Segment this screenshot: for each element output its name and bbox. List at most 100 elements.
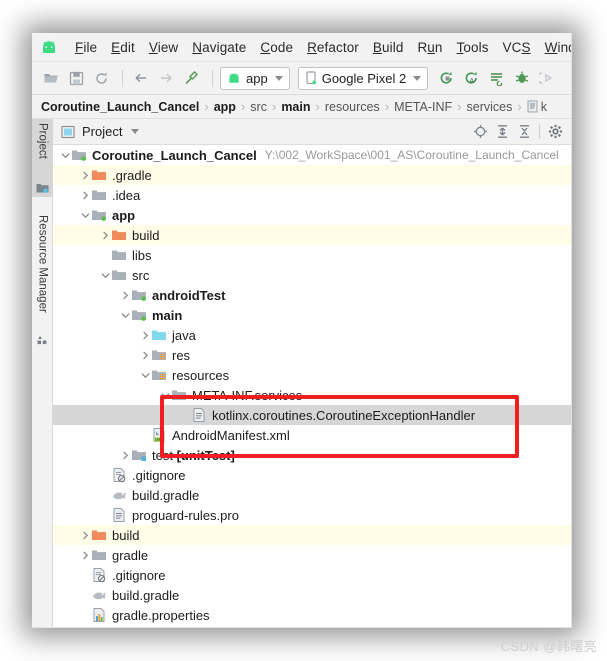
tree-row[interactable]: proguard-rules.pro [53, 505, 571, 525]
tree-row-label: libs [132, 247, 152, 263]
forward-arrow-icon[interactable] [155, 67, 177, 89]
sidebar-item-resource-manager[interactable]: Resource Manager [32, 211, 53, 339]
expand-all-icon[interactable] [491, 121, 513, 143]
chevron-down-icon[interactable] [120, 305, 131, 325]
chevron-down-icon[interactable] [80, 205, 91, 225]
menu-navigate[interactable]: Navigate [185, 38, 253, 57]
menu-view[interactable]: View [142, 38, 185, 57]
tree-row[interactable]: build.gradle [53, 585, 571, 605]
tree-row[interactable]: build [53, 225, 571, 245]
gitignore-file-icon [111, 465, 127, 485]
chevron-right-icon[interactable] [120, 445, 131, 465]
tree-row[interactable]: app [53, 205, 571, 225]
menu-file[interactable]: File [68, 38, 104, 57]
module-selector-combo[interactable]: app [220, 66, 290, 90]
chevron-right-icon[interactable] [100, 225, 111, 245]
attach-debugger-icon[interactable] [536, 67, 558, 89]
tree-row[interactable]: main [53, 305, 571, 325]
breadcrumb-item-4[interactable]: resources [325, 100, 380, 114]
tree-row[interactable]: gradle [53, 545, 571, 565]
chevron-down-icon[interactable] [160, 385, 171, 405]
tree-arrow-placeholder [100, 485, 111, 505]
tree-row-label: res [172, 347, 191, 363]
device-selector-combo[interactable]: Google Pixel 2 [297, 66, 429, 90]
build-hammer-icon[interactable] [180, 67, 202, 89]
chevron-down-icon[interactable] [60, 145, 71, 165]
tree-row[interactable]: .idea [53, 185, 571, 205]
chevron-right-icon[interactable] [140, 345, 151, 365]
tree-row-label: main [152, 307, 183, 323]
menu-build[interactable]: Build [366, 38, 411, 57]
tree-row[interactable]: src [53, 265, 571, 285]
sync-icon[interactable] [90, 67, 112, 89]
tree-row[interactable]: test [unitTest] [53, 445, 571, 465]
breadcrumb-item-2[interactable]: src [250, 100, 267, 114]
tree-row[interactable]: kotlinx.coroutines.CoroutineExceptionHan… [53, 405, 571, 425]
open-folder-icon[interactable] [40, 67, 62, 89]
chevron-right-icon[interactable] [80, 185, 91, 205]
debug-icon[interactable] [511, 67, 533, 89]
tree-row[interactable]: resources [53, 365, 571, 385]
tree-row[interactable]: androidTest [53, 285, 571, 305]
watermark: CSDN @韩曙亮 [500, 639, 597, 654]
tree-row-label: AndroidManifest.xml [172, 427, 290, 443]
tree-row[interactable]: build.gradle [53, 485, 571, 505]
breadcrumb-item-6[interactable]: services [467, 100, 513, 114]
module-selector-label: app [246, 70, 268, 86]
menu-code[interactable]: Code [253, 38, 300, 57]
module-folder-icon [131, 305, 147, 325]
breadcrumb-separator: › [384, 99, 390, 114]
chevron-down-icon[interactable] [100, 265, 111, 285]
tree-row[interactable]: .gradle [53, 165, 571, 185]
project-file-tree[interactable]: Coroutine_Launch_Cancel Y:\002_WorkSpace\… [53, 145, 571, 627]
run-with-coverage-icon[interactable] [486, 67, 508, 89]
settings-gear-icon[interactable] [544, 121, 566, 143]
gradle-file-icon [91, 585, 107, 605]
chevron-right-icon[interactable] [140, 325, 151, 345]
save-icon[interactable] [65, 67, 87, 89]
tree-row-label: build [112, 527, 140, 543]
tree-row[interactable]: Coroutine_Launch_Cancel Y:\002_WorkSpace\… [53, 145, 571, 165]
breadcrumb-item-0[interactable]: Coroutine_Launch_Cancel [41, 100, 199, 114]
collapse-all-icon[interactable] [513, 121, 535, 143]
tree-row[interactable]: libs [53, 245, 571, 265]
breadcrumb-item-5[interactable]: META-INF [394, 100, 452, 114]
menu-tools[interactable]: Tools [450, 38, 496, 57]
menu-vcs[interactable]: VCS [496, 38, 538, 57]
tree-row[interactable]: res [53, 345, 571, 365]
tree-row[interactable]: java [53, 325, 571, 345]
chevron-right-icon[interactable] [120, 285, 131, 305]
locate-target-icon[interactable] [469, 121, 491, 143]
breadcrumb-item-7[interactable]: k [541, 100, 547, 114]
menu-run[interactable]: Run [410, 38, 449, 57]
apply-changes-icon[interactable]: A [461, 67, 483, 89]
menu-window[interactable]: Window [538, 38, 571, 57]
chevron-right-icon[interactable] [80, 525, 91, 545]
breadcrumb-item-1[interactable]: app [214, 100, 236, 114]
test-folder-icon [131, 445, 147, 465]
menu-bar: File Edit View Navigate Code Refactor Bu… [32, 33, 571, 62]
tree-row[interactable]: MF AndroidManifest.xml [53, 425, 571, 445]
chevron-right-icon[interactable] [80, 165, 91, 185]
screenshot-root: File Edit View Navigate Code Refactor Bu… [0, 0, 607, 661]
tree-row[interactable]: .gitignore [53, 465, 571, 485]
chevron-down-icon[interactable] [140, 365, 151, 385]
svg-text:A: A [470, 78, 475, 85]
tree-row[interactable]: META-INF.services [53, 385, 571, 405]
back-arrow-icon[interactable] [130, 67, 152, 89]
chevron-right-icon[interactable] [80, 545, 91, 565]
tree-row[interactable]: build [53, 525, 571, 545]
tree-row-label: gradle.properties [112, 607, 210, 623]
breadcrumb-separator: › [240, 99, 246, 114]
menu-refactor[interactable]: Refactor [300, 38, 366, 57]
toolbar-separator [122, 69, 123, 87]
breadcrumb-item-3[interactable]: main [281, 100, 310, 114]
chevron-down-icon-view[interactable] [131, 129, 140, 134]
tree-row[interactable]: .gitignore [53, 565, 571, 585]
menu-edit[interactable]: Edit [104, 38, 142, 57]
tree-row-label: gradle [112, 547, 149, 563]
tree-row[interactable]: gradle.properties [53, 605, 571, 625]
tree-row-label: build.gradle [132, 487, 200, 503]
tree-row-label: app [112, 207, 136, 223]
run-icon[interactable] [436, 67, 458, 89]
